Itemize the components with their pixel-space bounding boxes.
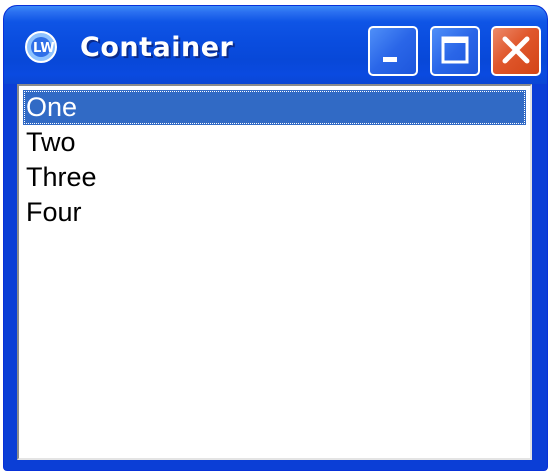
app-icon: LW	[25, 31, 57, 63]
list-box[interactable]: One Two Three Four	[17, 84, 532, 460]
minimize-button[interactable]	[368, 26, 418, 76]
title-bar[interactable]: LW Container	[4, 6, 547, 84]
list-item-two[interactable]: Two	[23, 125, 526, 160]
window: LW Container One Two Three Four	[3, 5, 548, 471]
svg-text:LW: LW	[33, 41, 55, 56]
list: One Two Three Four	[23, 90, 526, 230]
minimize-icon	[383, 57, 397, 62]
list-item-four[interactable]: Four	[23, 195, 526, 230]
maximize-button[interactable]	[430, 26, 480, 76]
close-button[interactable]	[491, 26, 541, 76]
list-item-one[interactable]: One	[23, 90, 526, 125]
window-title: Container	[80, 32, 234, 63]
maximize-icon	[441, 36, 469, 64]
close-icon	[502, 36, 530, 64]
list-item-three[interactable]: Three	[23, 160, 526, 195]
